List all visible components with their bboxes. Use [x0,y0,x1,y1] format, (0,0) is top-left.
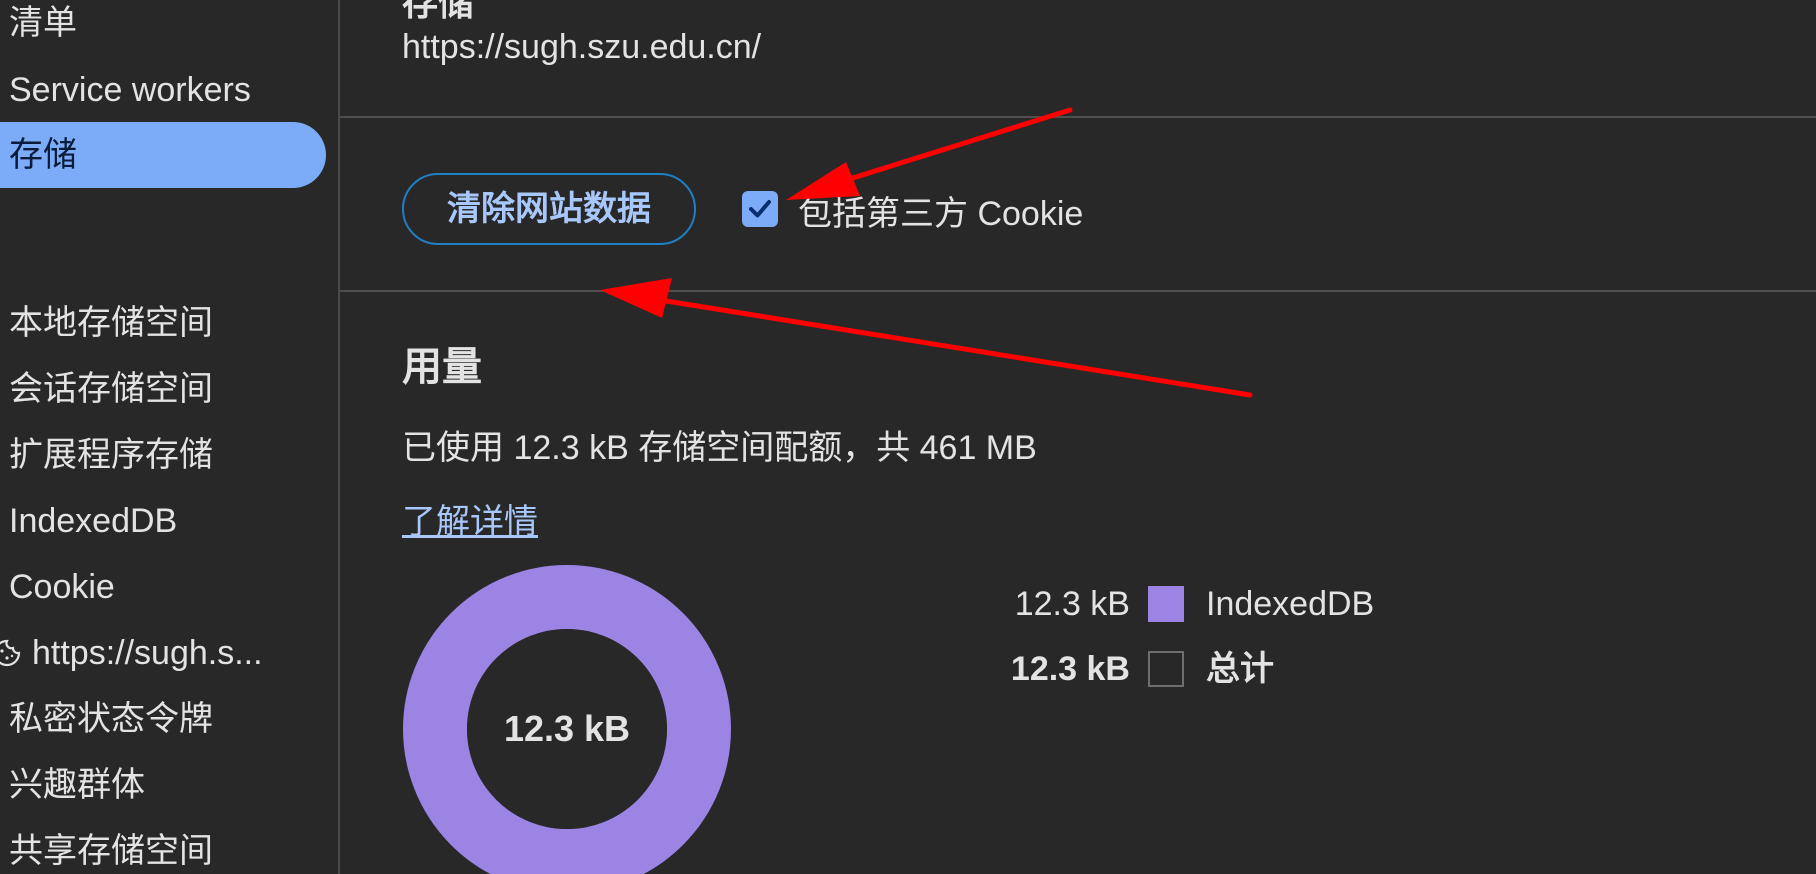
devtools-application-panel: 清单 Service workers 存储 本地存储空间 会话存储空间 扩展程序… [0,0,1816,874]
usage-heading: 用量 [402,345,482,389]
sidebar-item-label: 兴趣群体 [9,766,145,804]
sidebar-item-cookie[interactable]: Cookie [0,554,115,620]
legend-label: 总计 [1206,650,1274,688]
sidebar-item-manifest[interactable]: 清单 [0,0,77,56]
legend-swatch [1148,651,1184,687]
section-heading: 存储 [402,0,475,23]
storage-pane: 存储 https://sugh.szu.edu.cn/ 清除网站数据 包括第三方… [340,0,1816,874]
learn-more-link[interactable]: 了解详情 [402,494,538,543]
include-third-party-cookies-label: 包括第三方 Cookie [798,195,1084,233]
legend-row-indexeddb: 12.3 kB IndexedDB [910,582,1630,626]
legend-swatch [1148,586,1184,622]
divider [340,116,1816,118]
sidebar-item-local-storage[interactable]: 本地存储空间 [0,290,213,356]
checkmark-icon [749,200,771,218]
divider [340,290,1816,292]
sidebar-item-service-workers[interactable]: Service workers [0,57,251,123]
sidebar-item-private-state-tokens[interactable]: 私密状态令牌 [0,686,213,752]
sidebar-item-label: Cookie [9,568,115,606]
sidebar-item-label: 私密状态令牌 [9,700,213,738]
usage-summary: 已使用 12.3 kB 存储空间配额，共 461 MB [402,429,1037,467]
sidebar-item-cookie-origin[interactable]: https://sugh.s... [0,620,263,686]
legend-row-total: 12.3 kB 总计 [910,647,1630,691]
cookie-icon [0,639,21,667]
legend-label: IndexedDB [1206,585,1375,623]
origin-url: https://sugh.szu.edu.cn/ [402,28,762,66]
sidebar-item-interest-groups[interactable]: 兴趣群体 [0,752,145,818]
sidebar-item-session-storage[interactable]: 会话存储空间 [0,356,213,422]
sidebar-item-label: 清单 [9,4,77,42]
clear-site-data-button[interactable]: 清除网站数据 [402,173,696,245]
sidebar-item-label: 本地存储空间 [9,304,213,342]
usage-donut-chart: 12.3 kB [403,565,731,874]
sidebar: 清单 Service workers 存储 本地存储空间 会话存储空间 扩展程序… [0,0,340,874]
sidebar-item-storage[interactable]: 存储 [0,122,326,188]
sidebar-item-label: Service workers [9,71,251,109]
sidebar-item-label: 共享存储空间 [9,832,213,870]
sidebar-item-indexeddb[interactable]: IndexedDB [0,488,177,554]
sidebar-item-label: IndexedDB [9,502,178,540]
legend-value: 12.3 kB [1010,650,1130,688]
legend-value: 12.3 kB [1014,585,1130,623]
sidebar-item-extension-storage[interactable]: 扩展程序存储 [0,422,213,488]
sidebar-item-shared-storage[interactable]: 共享存储空间 [0,818,213,874]
sidebar-item-label: https://sugh.s... [32,634,263,672]
include-third-party-cookies-checkbox[interactable] [742,191,778,227]
sidebar-item-label: 会话存储空间 [9,370,213,408]
donut-center-label: 12.3 kB [504,708,630,749]
sidebar-item-label: 扩展程序存储 [9,436,213,474]
sidebar-item-label: 存储 [9,136,77,174]
